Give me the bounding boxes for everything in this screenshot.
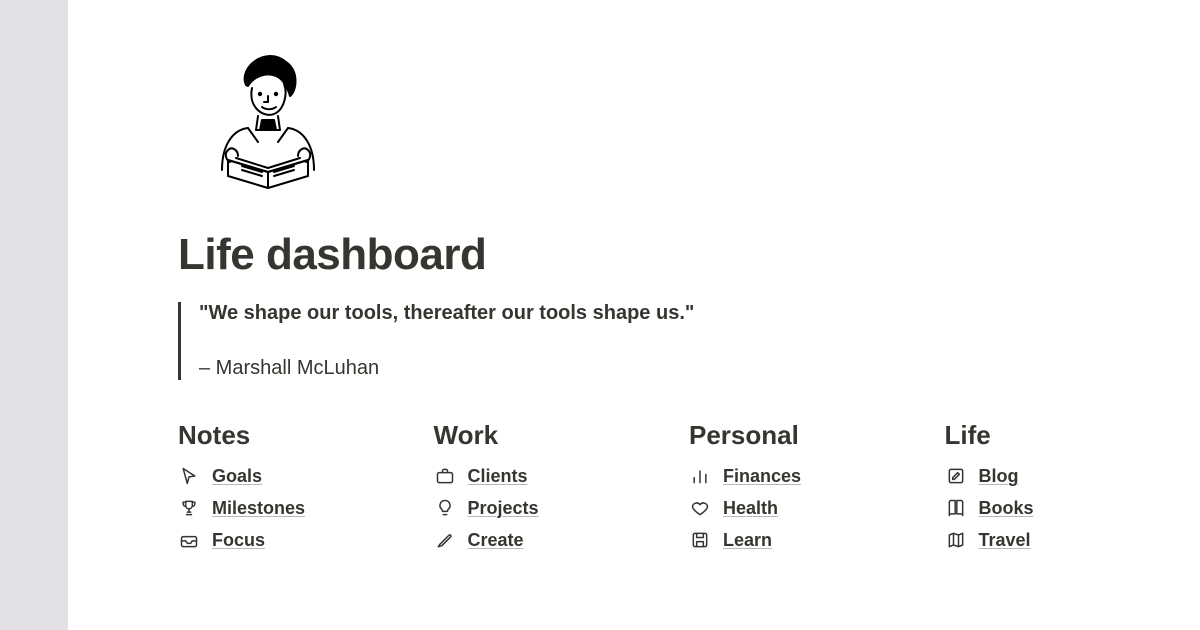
link-blog[interactable]: Blog xyxy=(945,465,1200,487)
quote-block[interactable]: "We shape our tools, thereafter our tool… xyxy=(178,302,1200,380)
link-label: Clients xyxy=(468,466,528,487)
link-label: Finances xyxy=(723,466,801,487)
link-label: Focus xyxy=(212,530,265,551)
link-label: Milestones xyxy=(212,498,305,519)
link-label: Projects xyxy=(468,498,539,519)
barchart-icon xyxy=(689,465,711,487)
main-content: Life dashboard "We shape our tools, ther… xyxy=(68,0,1200,630)
link-books[interactable]: Books xyxy=(945,497,1200,519)
column-work: Work Clients Projects xyxy=(434,420,690,551)
quote-text: "We shape our tools, thereafter our tool… xyxy=(199,302,1200,325)
column-title[interactable]: Work xyxy=(434,420,690,451)
column-title[interactable]: Notes xyxy=(178,420,434,451)
link-label: Health xyxy=(723,498,778,519)
sidebar xyxy=(0,0,68,630)
link-label: Goals xyxy=(212,466,262,487)
column-notes: Notes Goals Milestones xyxy=(178,420,434,551)
link-clients[interactable]: Clients xyxy=(434,465,690,487)
column-title[interactable]: Life xyxy=(945,420,1200,451)
column-title[interactable]: Personal xyxy=(689,420,945,451)
link-focus[interactable]: Focus xyxy=(178,529,434,551)
page-cover-icon[interactable] xyxy=(198,50,338,190)
book-icon xyxy=(945,497,967,519)
link-label: Travel xyxy=(979,530,1031,551)
trophy-icon xyxy=(178,497,200,519)
inbox-icon xyxy=(178,529,200,551)
pencil-icon xyxy=(434,529,456,551)
edit-icon xyxy=(945,465,967,487)
save-icon xyxy=(689,529,711,551)
map-icon xyxy=(945,529,967,551)
link-label: Books xyxy=(979,498,1034,519)
link-learn[interactable]: Learn xyxy=(689,529,945,551)
link-label: Blog xyxy=(979,466,1019,487)
cursor-icon xyxy=(178,465,200,487)
heart-icon xyxy=(689,497,711,519)
column-personal: Personal Finances Health xyxy=(689,420,945,551)
quote-author: – Marshall McLuhan xyxy=(199,357,1200,380)
briefcase-icon xyxy=(434,465,456,487)
link-goals[interactable]: Goals xyxy=(178,465,434,487)
page-title[interactable]: Life dashboard xyxy=(178,230,1200,280)
person-reading-icon xyxy=(198,50,338,190)
link-milestones[interactable]: Milestones xyxy=(178,497,434,519)
link-travel[interactable]: Travel xyxy=(945,529,1200,551)
link-finances[interactable]: Finances xyxy=(689,465,945,487)
link-label: Learn xyxy=(723,530,772,551)
lightbulb-icon xyxy=(434,497,456,519)
link-health[interactable]: Health xyxy=(689,497,945,519)
link-label: Create xyxy=(468,530,524,551)
dashboard-columns: Notes Goals Milestones xyxy=(178,420,1200,551)
link-create[interactable]: Create xyxy=(434,529,690,551)
link-projects[interactable]: Projects xyxy=(434,497,690,519)
column-life: Life Blog Books xyxy=(945,420,1200,551)
